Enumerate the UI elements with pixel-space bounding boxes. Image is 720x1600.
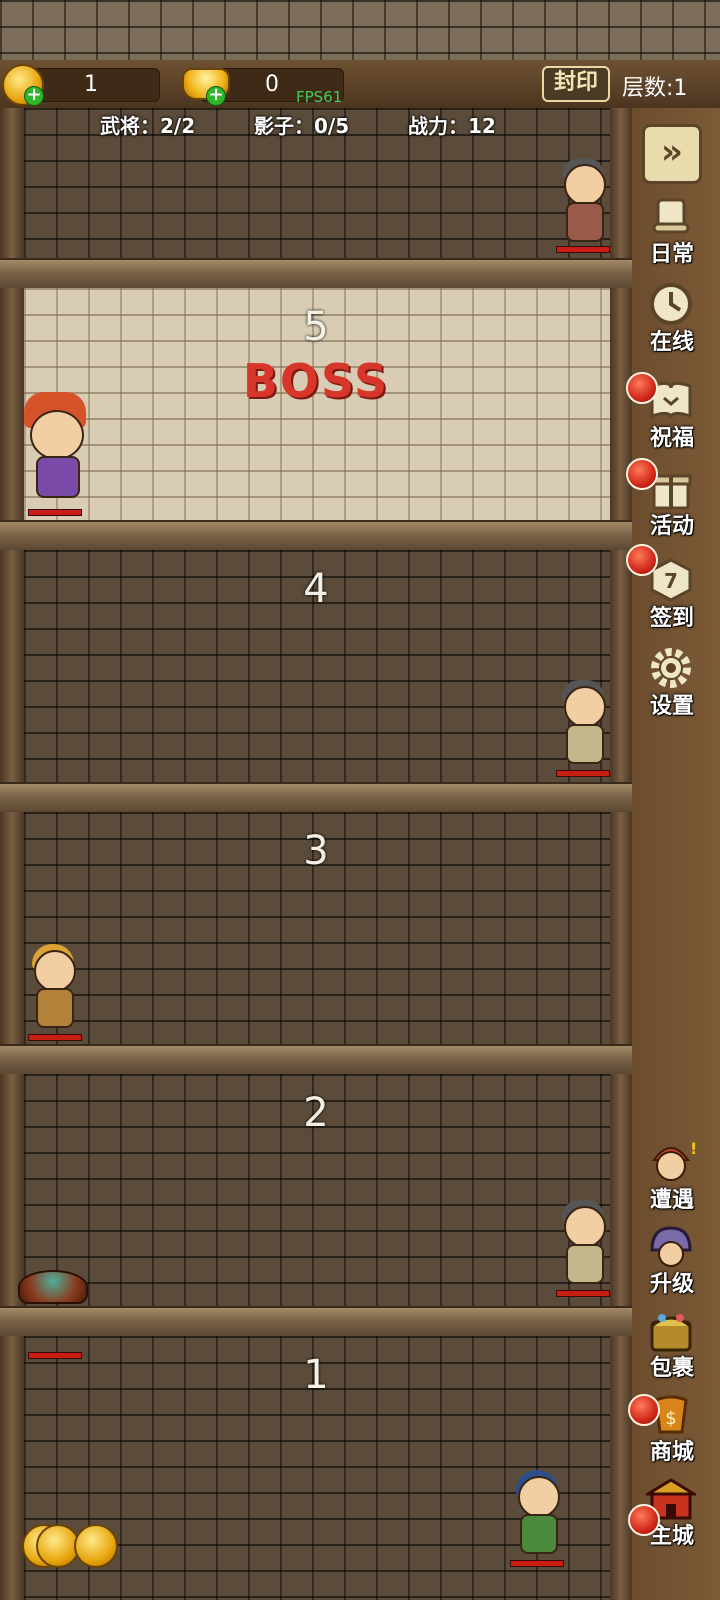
daily-label: 日常: [649, 242, 694, 267]
floor-5: 5 BOSS: [0, 288, 632, 520]
seal-button[interactable]: 封印: [542, 66, 610, 102]
tower: 5 BOSS 4 3 2 1: [0, 108, 632, 1600]
add-coins-button[interactable]: +: [24, 86, 44, 106]
shadows-count: 影子：0/5: [254, 114, 350, 138]
fast-forward-button[interactable]: »: [642, 124, 702, 184]
ally-general[interactable]: [22, 944, 82, 1030]
chest-icon: [650, 1314, 692, 1352]
floor-number: 5: [303, 304, 329, 350]
floor-divider: [0, 1044, 632, 1076]
settings-label: 设置: [649, 694, 694, 719]
enemy-hp-bar: [556, 246, 610, 253]
inventory-label: 包裹: [649, 1356, 694, 1381]
clock-icon: [650, 283, 692, 325]
stats-line: 武将：2/2 影子：0/5 战力：12: [0, 110, 630, 142]
checkin-label: 签到: [649, 606, 694, 631]
upgrade-label: 升级: [649, 1272, 694, 1297]
scroll-icon: [652, 198, 690, 234]
gear-icon: [651, 648, 691, 688]
events-label: 活动: [649, 514, 694, 539]
coin-count: 1: [84, 72, 98, 97]
svg-text:$: $: [665, 1408, 676, 1429]
combat-power: 战力：12: [408, 114, 496, 138]
enemy-character[interactable]: [552, 680, 612, 766]
notification-badge: [626, 544, 658, 576]
shop-label: 商城: [649, 1440, 694, 1465]
boss-character[interactable]: [22, 392, 92, 498]
treasure-pot[interactable]: [18, 1270, 88, 1304]
encounter-icon: !: [652, 1140, 696, 1181]
blessing-label: 祝福: [649, 426, 694, 451]
floor-3: 3: [0, 812, 632, 1044]
ingot-count: 0: [265, 72, 279, 97]
svg-text:7: 7: [664, 569, 678, 593]
player-hero[interactable]: [506, 1470, 566, 1556]
floor-number: 1: [303, 1352, 329, 1398]
fps-counter: FPS61: [296, 88, 343, 106]
floor-number: 4: [303, 566, 329, 612]
top-wall: [0, 0, 720, 62]
floor-4: 4: [0, 550, 632, 782]
notification-badge: [628, 1394, 660, 1426]
ally-hp-bar: [28, 1034, 82, 1041]
inventory-button[interactable]: 包裹: [632, 1306, 712, 1386]
enemy-character[interactable]: [552, 158, 612, 244]
boss-hp-bar: [28, 509, 82, 516]
helmet-icon: [650, 1226, 692, 1267]
hero-hp-bar: [510, 1560, 564, 1567]
enemy-hp-bar: [556, 1290, 610, 1297]
online-label: 在线: [649, 330, 694, 355]
floor-divider: [0, 520, 632, 552]
enemy-character[interactable]: [552, 1200, 612, 1286]
floor-2: 2: [0, 1074, 632, 1306]
generals-count: 武将：2/2: [100, 114, 196, 138]
add-ingots-button[interactable]: +: [206, 86, 226, 106]
resource-bar: 1 + 0 + 封印 层数:1: [0, 60, 720, 110]
boss-label: BOSS: [242, 354, 390, 408]
ally-hp-bar: [28, 1352, 82, 1359]
settings-button[interactable]: 设置: [632, 644, 712, 724]
floor-divider: [0, 258, 632, 290]
coin-stack[interactable]: [22, 1524, 122, 1568]
enemy-hp-bar: [556, 770, 610, 777]
floor-level-label: 层数:1: [622, 76, 688, 101]
encounter-button[interactable]: ! 遭遇: [632, 1138, 712, 1218]
floor-number: 3: [303, 828, 329, 874]
notification-badge: [626, 372, 658, 404]
notification-badge: [628, 1504, 660, 1536]
daily-button[interactable]: 日常: [632, 192, 712, 272]
floor-number: 2: [303, 1090, 329, 1136]
svg-text:!: !: [690, 1140, 696, 1158]
notification-badge: [626, 458, 658, 490]
encounter-label: 遭遇: [649, 1188, 694, 1213]
upgrade-button[interactable]: 升级: [632, 1222, 712, 1302]
floor-divider: [0, 782, 632, 814]
floor-divider: [0, 1306, 632, 1338]
online-button[interactable]: 在线: [632, 280, 712, 360]
